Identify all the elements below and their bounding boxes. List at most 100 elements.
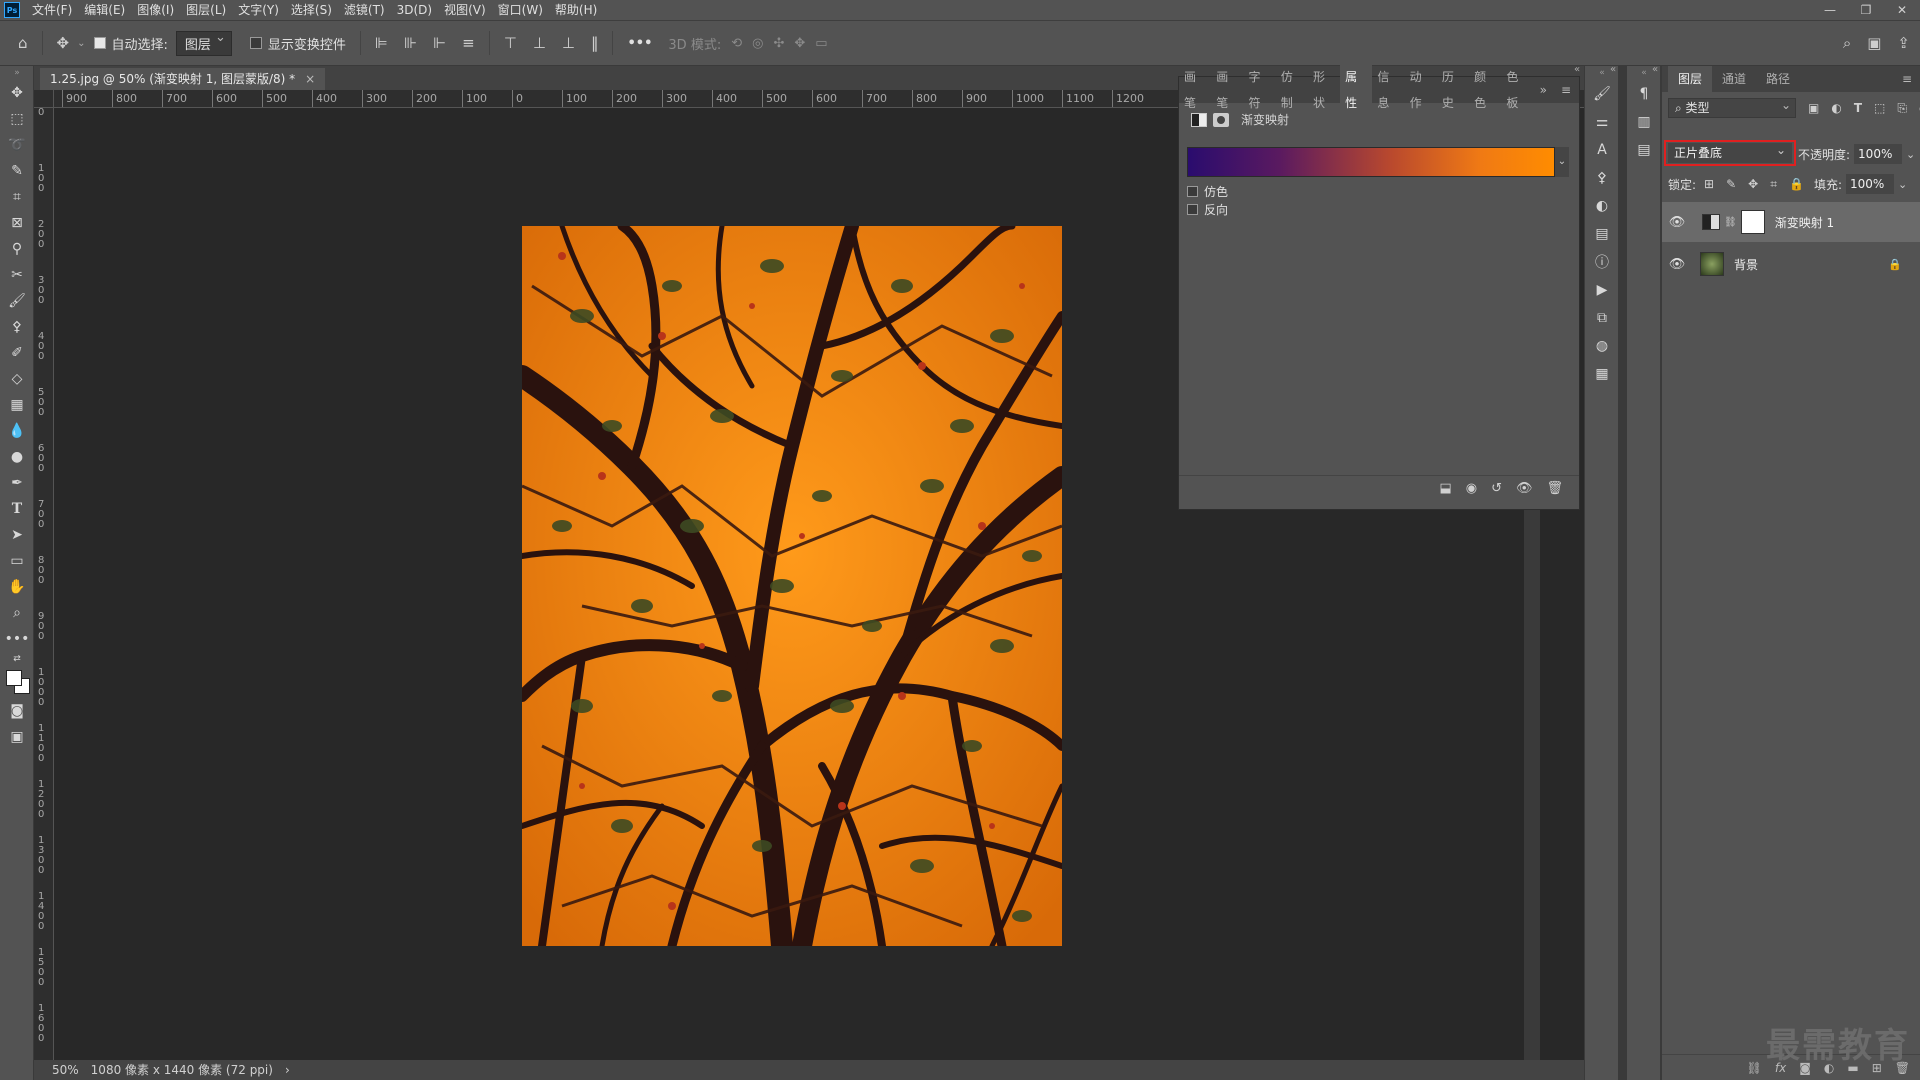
menu-filter[interactable]: 滤镜(T)	[338, 0, 391, 20]
marquee-tool-icon[interactable]: ⬚	[0, 106, 34, 132]
show-transform-checkbox[interactable]	[249, 37, 262, 49]
clone-stamp-tool-icon[interactable]: ⚴	[0, 314, 34, 340]
foreground-color-swatch[interactable]	[6, 670, 22, 686]
dither-checkbox[interactable]	[1187, 186, 1198, 197]
menu-file[interactable]: 文件(F)	[26, 0, 78, 20]
chevron-down-icon[interactable]: ⌄	[1906, 148, 1915, 161]
layer-filter-dropdown[interactable]: ⌕ 类型	[1668, 96, 1796, 118]
close-tab-icon[interactable]: ×	[305, 72, 315, 86]
healing-tool-icon[interactable]: ✂	[0, 262, 34, 288]
clip-to-layer-icon[interactable]: ⬓	[1439, 481, 1451, 496]
swatches-panel-icon[interactable]: ▦	[1585, 360, 1619, 388]
move-tool-icon[interactable]: ✥	[0, 80, 34, 106]
gradient-map-bar[interactable]	[1187, 147, 1555, 177]
gradient-tool-icon[interactable]: ▦	[0, 392, 34, 418]
adjustments-panel-icon[interactable]: ⚌	[1585, 108, 1619, 136]
share-icon[interactable]: ⇪	[1897, 34, 1910, 52]
filter-adjustment-icon[interactable]: ◐	[1831, 101, 1841, 115]
tab-info[interactable]: 信息	[1372, 64, 1404, 116]
more-options-button[interactable]: •••	[627, 36, 652, 51]
visibility-eye-icon[interactable]: 👁	[1662, 215, 1692, 230]
menu-3d[interactable]: 3D(D)	[391, 0, 438, 20]
align-left-icon[interactable]: ⊫	[375, 34, 388, 52]
shapes-panel-icon[interactable]: ◐	[1585, 192, 1619, 220]
auto-select-target-dropdown[interactable]: 图层	[175, 30, 232, 56]
filter-type-icon[interactable]: T	[1854, 101, 1862, 115]
menu-select[interactable]: 选择(S)	[285, 0, 338, 20]
tab-brushes[interactable]: 画笔	[1179, 64, 1211, 116]
frame-tool-icon[interactable]: ⊠	[0, 210, 34, 236]
fill-input[interactable]: 100%	[1846, 174, 1894, 194]
lock-transparent-icon[interactable]: ⊞	[1704, 177, 1714, 191]
lock-icon[interactable]: 🔒	[1888, 258, 1902, 271]
layer-row-background[interactable]: 👁 背景 🔒	[1662, 244, 1920, 284]
minimize-button[interactable]: —	[1812, 0, 1848, 20]
layer-name[interactable]: 渐变映射 1	[1775, 214, 1834, 231]
tab-history[interactable]: 历史	[1437, 64, 1469, 116]
actions-panel-icon[interactable]: ▶	[1585, 276, 1619, 304]
libraries-panel-icon[interactable]: ▥	[1627, 108, 1661, 136]
chevron-down-icon[interactable]: ⌄	[1898, 178, 1907, 191]
notes-panel-icon[interactable]: ▤	[1627, 136, 1661, 164]
lock-artboard-icon[interactable]: ⌗	[1770, 177, 1777, 192]
dither-option[interactable]: 仿色	[1187, 183, 1228, 200]
align-top-icon[interactable]: ⊤	[504, 34, 517, 52]
menu-layer[interactable]: 图层(L)	[180, 0, 232, 20]
delete-icon[interactable]: 🗑	[1546, 481, 1563, 496]
dodge-tool-icon[interactable]: ●	[0, 444, 34, 470]
vertical-ruler[interactable]: 0 100 200 300 400 500 600 700 800 900 1000 1100 1200…	[34, 108, 54, 1060]
brush-tool-icon[interactable]: 🖌	[0, 288, 34, 314]
visibility-eye-icon[interactable]: 👁	[1662, 257, 1692, 272]
layer-mask-thumbnail[interactable]	[1740, 210, 1765, 234]
collapse-panels-icon[interactable]: «	[1652, 64, 1658, 75]
layer-row-gradient-map[interactable]: 👁 ⛓ 渐变映射 1	[1662, 202, 1920, 242]
tab-properties[interactable]: 属性	[1340, 64, 1373, 116]
tab-character[interactable]: 字符	[1243, 64, 1275, 116]
history-panel-icon[interactable]: ⧉	[1585, 304, 1619, 332]
filter-pixel-icon[interactable]: ▣	[1808, 101, 1819, 115]
align-vcenter-icon[interactable]: ⊥	[533, 34, 546, 52]
zoom-level[interactable]: 50%	[52, 1063, 79, 1077]
opacity-input[interactable]: 100%	[1854, 144, 1903, 164]
workspace-icon[interactable]: ▣	[1867, 34, 1881, 52]
status-menu-arrow[interactable]: ›	[285, 1063, 290, 1077]
crop-tool-icon[interactable]: ⌗	[0, 184, 34, 210]
reverse-checkbox[interactable]	[1187, 204, 1198, 215]
hand-tool-icon[interactable]: ✋	[0, 574, 34, 600]
home-icon[interactable]: ⌂	[18, 34, 28, 52]
menu-image[interactable]: 图像(I)	[131, 0, 180, 20]
reset-icon[interactable]: ↺	[1491, 481, 1502, 496]
more-tabs-icon[interactable]: »	[1534, 83, 1553, 97]
filter-smart-object-icon[interactable]: ⎘	[1897, 101, 1907, 116]
type-tool-icon[interactable]: T	[0, 496, 34, 522]
rectangle-tool-icon[interactable]: ▭	[0, 548, 34, 574]
color-swatches[interactable]	[0, 666, 34, 698]
edit-toolbar-icon[interactable]: •••	[0, 626, 34, 652]
blur-tool-icon[interactable]: 💧	[0, 418, 34, 444]
paragraph-panel-icon[interactable]: ¶	[1627, 80, 1661, 108]
tab-channels[interactable]: 通道	[1712, 66, 1756, 92]
tab-paths[interactable]: 路径	[1756, 66, 1800, 92]
lock-position-icon[interactable]: ✥	[1748, 177, 1758, 191]
quick-select-tool-icon[interactable]: ✎	[0, 158, 34, 184]
quick-mask-icon[interactable]: ◙	[0, 698, 34, 724]
align-hcenter-icon[interactable]: ⊪	[404, 34, 417, 52]
menu-help[interactable]: 帮助(H)	[549, 0, 603, 20]
distribute-vertical-icon[interactable]: ≡	[462, 34, 475, 52]
path-select-tool-icon[interactable]: ➤	[0, 522, 34, 548]
layer-mask-icon[interactable]	[1213, 112, 1229, 127]
restore-button[interactable]: ❐	[1848, 0, 1884, 20]
tab-shapes[interactable]: 形状	[1308, 64, 1340, 116]
eyedropper-tool-icon[interactable]: ⚲	[0, 236, 34, 262]
collapse-panels-icon[interactable]: «	[1610, 64, 1616, 75]
document-tab[interactable]: 1.25.jpg @ 50% (渐变映射 1, 图层蒙版/8) * ×	[40, 68, 326, 90]
tab-swatches[interactable]: 色板	[1501, 64, 1533, 116]
lock-all-icon[interactable]: 🔒	[1789, 177, 1804, 191]
move-tool-icon[interactable]: ✥	[57, 34, 70, 52]
collapse-panels-icon[interactable]: «	[1574, 64, 1580, 75]
menu-view[interactable]: 视图(V)	[438, 0, 492, 20]
clone-source-panel-icon[interactable]: ⚴	[1585, 164, 1619, 192]
lock-image-icon[interactable]: ✎	[1726, 177, 1736, 191]
blend-mode-dropdown[interactable]: 正片叠底	[1668, 140, 1792, 163]
mask-link-icon[interactable]: ⛓	[1724, 217, 1737, 228]
